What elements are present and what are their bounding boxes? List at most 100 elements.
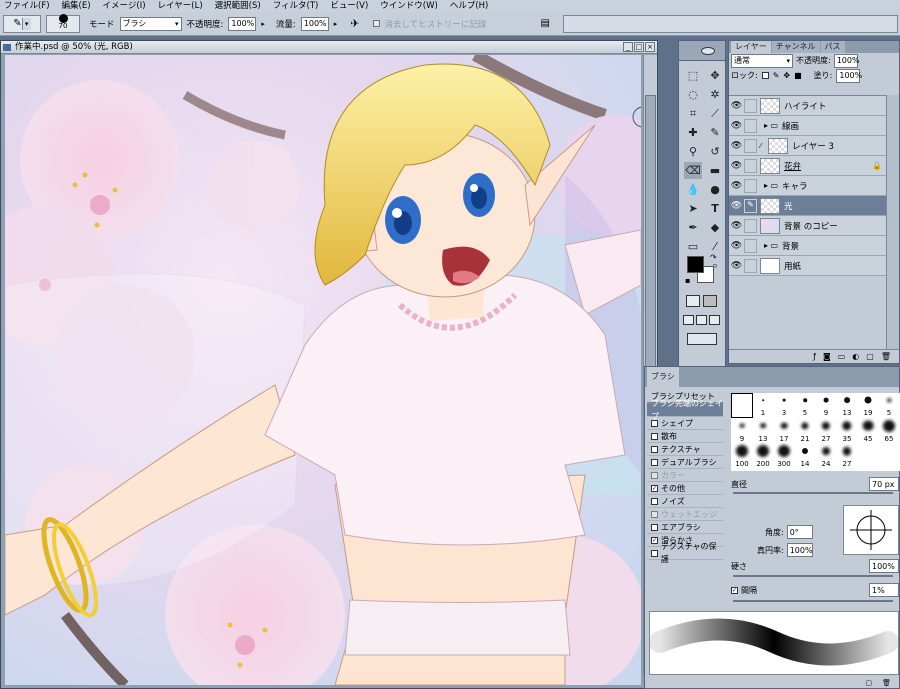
layer-link-box[interactable] — [744, 138, 757, 153]
mode-select[interactable]: ブラシ ▾ — [119, 16, 182, 31]
layer-row[interactable]: 👁 花弁 🔒 — [729, 156, 886, 176]
menu-image[interactable]: イメージ(I) — [103, 0, 146, 12]
stamp-tool-icon[interactable]: ⚲ — [684, 143, 702, 160]
layer-fill-field[interactable]: 100% — [836, 68, 862, 83]
opacity-field[interactable]: 100% — [228, 16, 257, 31]
hardness-field[interactable]: 100% — [869, 559, 899, 573]
diameter-field[interactable]: 70 px — [869, 477, 899, 491]
palette-well[interactable] — [563, 14, 898, 33]
foreground-color-swatch[interactable] — [687, 256, 704, 273]
brush-tip[interactable]: 13 — [753, 419, 773, 443]
brush-tip[interactable]: 45 — [858, 419, 878, 443]
menu-view[interactable]: ビュー(V) — [330, 0, 368, 12]
screen-mode-full-button[interactable] — [709, 315, 720, 325]
history-brush-tool-icon[interactable]: ↺ — [706, 143, 724, 160]
layer-opacity-field[interactable]: 100% — [833, 53, 860, 68]
menu-select[interactable]: 選択範囲(S) — [215, 0, 261, 12]
spacing-field[interactable]: 1% — [869, 583, 899, 597]
brush-tip[interactable]: 5 — [879, 394, 899, 417]
brush-tip[interactable]: 27 — [816, 419, 836, 443]
shape-checkbox[interactable] — [651, 419, 658, 427]
opacity-arrow-icon[interactable]: ▸ — [261, 20, 265, 28]
other-checkbox[interactable]: ✓ — [651, 484, 658, 492]
dodge-tool-icon[interactable]: ● — [706, 181, 724, 198]
noise-checkbox[interactable] — [651, 497, 658, 505]
delete-brush-icon[interactable]: 🗑 — [882, 679, 891, 688]
tab-layers[interactable]: レイヤー — [731, 41, 771, 53]
brush-tip[interactable]: 17 — [774, 419, 794, 443]
adjustment-layer-icon[interactable]: ◐ — [852, 350, 859, 363]
tab-brush[interactable]: ブラシ — [647, 367, 679, 387]
close-button[interactable]: × — [645, 42, 655, 52]
menu-layer[interactable]: レイヤー(L) — [158, 0, 203, 12]
brush-tip[interactable]: 65 — [879, 419, 899, 443]
brush-tip-shape-item[interactable]: ブラシ先端のシェイプ — [647, 399, 723, 421]
brush-tip[interactable]: 21 — [795, 419, 815, 443]
lasso-tool-icon[interactable]: ◌ — [684, 86, 702, 103]
option-texture[interactable]: テクスチャ — [647, 443, 723, 456]
option-other[interactable]: ✓ その他 — [647, 482, 723, 495]
file-browser-icon[interactable]: ▤ — [541, 18, 550, 29]
spacing-slider[interactable] — [733, 600, 893, 602]
brush-tip[interactable]: 19 — [858, 394, 878, 417]
roundness-field[interactable]: 100% — [786, 543, 813, 557]
eye-icon[interactable]: 👁 — [729, 121, 744, 131]
flow-arrow-icon[interactable]: ▸ — [334, 20, 338, 28]
airbrush-checkbox[interactable] — [651, 523, 658, 531]
lock-position-icon[interactable]: ✥ — [783, 71, 790, 80]
scatter-checkbox[interactable] — [651, 432, 658, 440]
new-layer-icon[interactable]: ▢ — [866, 350, 874, 363]
flow-field[interactable]: 100% — [300, 16, 329, 31]
eye-icon[interactable]: 👁 — [729, 101, 744, 111]
layer-link-box[interactable] — [744, 178, 757, 193]
angle-field[interactable]: 0° — [786, 525, 813, 539]
layer-row[interactable]: 👁 背景 のコピー — [729, 216, 886, 236]
brush-tip[interactable]: 5 — [795, 394, 815, 417]
layer-link-box[interactable] — [744, 158, 757, 173]
tab-paths[interactable]: パス — [820, 41, 845, 53]
lock-pixels-icon[interactable]: ✎ — [773, 71, 780, 80]
screen-mode-standard-button[interactable] — [683, 315, 694, 325]
menu-help[interactable]: ヘルプ(H) — [450, 0, 489, 12]
eye-icon[interactable]: 👁 — [729, 241, 744, 251]
eye-icon[interactable]: 👁 — [729, 181, 744, 191]
minimize-button[interactable]: _ — [623, 42, 633, 52]
layer-row-selected[interactable]: 👁 ✎ 光 — [729, 196, 886, 216]
type-tool-icon[interactable]: T — [706, 200, 724, 217]
brush-tip[interactable]: 14 — [795, 445, 815, 469]
menu-window[interactable]: ウインドウ(W) — [380, 0, 438, 12]
eye-icon[interactable]: 👁 — [729, 161, 744, 171]
brush-tip[interactable]: 9 — [816, 394, 836, 417]
pen-tool-icon[interactable]: ✒ — [684, 219, 702, 236]
brush-tip-selected[interactable] — [731, 393, 753, 418]
eye-icon[interactable]: 👁 — [729, 261, 744, 271]
shape-tool-icon[interactable]: ◆ — [706, 219, 724, 236]
path-select-tool-icon[interactable]: ➤ — [684, 200, 702, 217]
hardness-slider[interactable] — [733, 575, 893, 577]
brush-tip[interactable]: 13 — [837, 394, 857, 417]
lock-transparency-checkbox[interactable] — [761, 72, 769, 79]
brush-tip[interactable]: 1 — [753, 394, 773, 417]
layer-group-row[interactable]: 👁 ▸ ▭ 線画 — [729, 116, 886, 136]
delete-layer-icon[interactable]: 🗑 — [881, 350, 891, 363]
layer-link-box[interactable] — [744, 118, 757, 133]
brush-tip[interactable]: 100 — [732, 445, 752, 469]
blend-mode-select[interactable]: 通常 ▾ — [731, 53, 793, 68]
brush-tip[interactable]: 35 — [837, 419, 857, 443]
healing-brush-tool-icon[interactable]: ✚ — [684, 124, 702, 141]
brush-tool-icon[interactable]: ✎ — [706, 124, 724, 141]
eraser-tool-icon[interactable]: ⌫ — [684, 162, 702, 179]
smoothing-checkbox[interactable]: ✓ — [651, 536, 658, 544]
add-mask-icon[interactable]: ◙ — [823, 350, 831, 363]
brush-size-picker[interactable]: 70 — [46, 13, 80, 33]
jump-to-imageready-button[interactable] — [687, 333, 717, 345]
diameter-slider[interactable] — [733, 492, 893, 494]
eye-icon[interactable]: 👁 — [729, 141, 744, 151]
brush-angle-preview[interactable] — [843, 505, 899, 555]
option-dual-brush[interactable]: デュアルブラシ — [647, 456, 723, 469]
move-tool-icon[interactable]: ✥ — [706, 67, 724, 84]
lock-all-icon[interactable]: ■ — [794, 71, 802, 80]
brush-tip[interactable]: 200 — [753, 445, 773, 469]
layer-row[interactable]: 👁 ハイライト — [729, 96, 886, 116]
screen-mode-menu-button[interactable] — [696, 315, 707, 325]
